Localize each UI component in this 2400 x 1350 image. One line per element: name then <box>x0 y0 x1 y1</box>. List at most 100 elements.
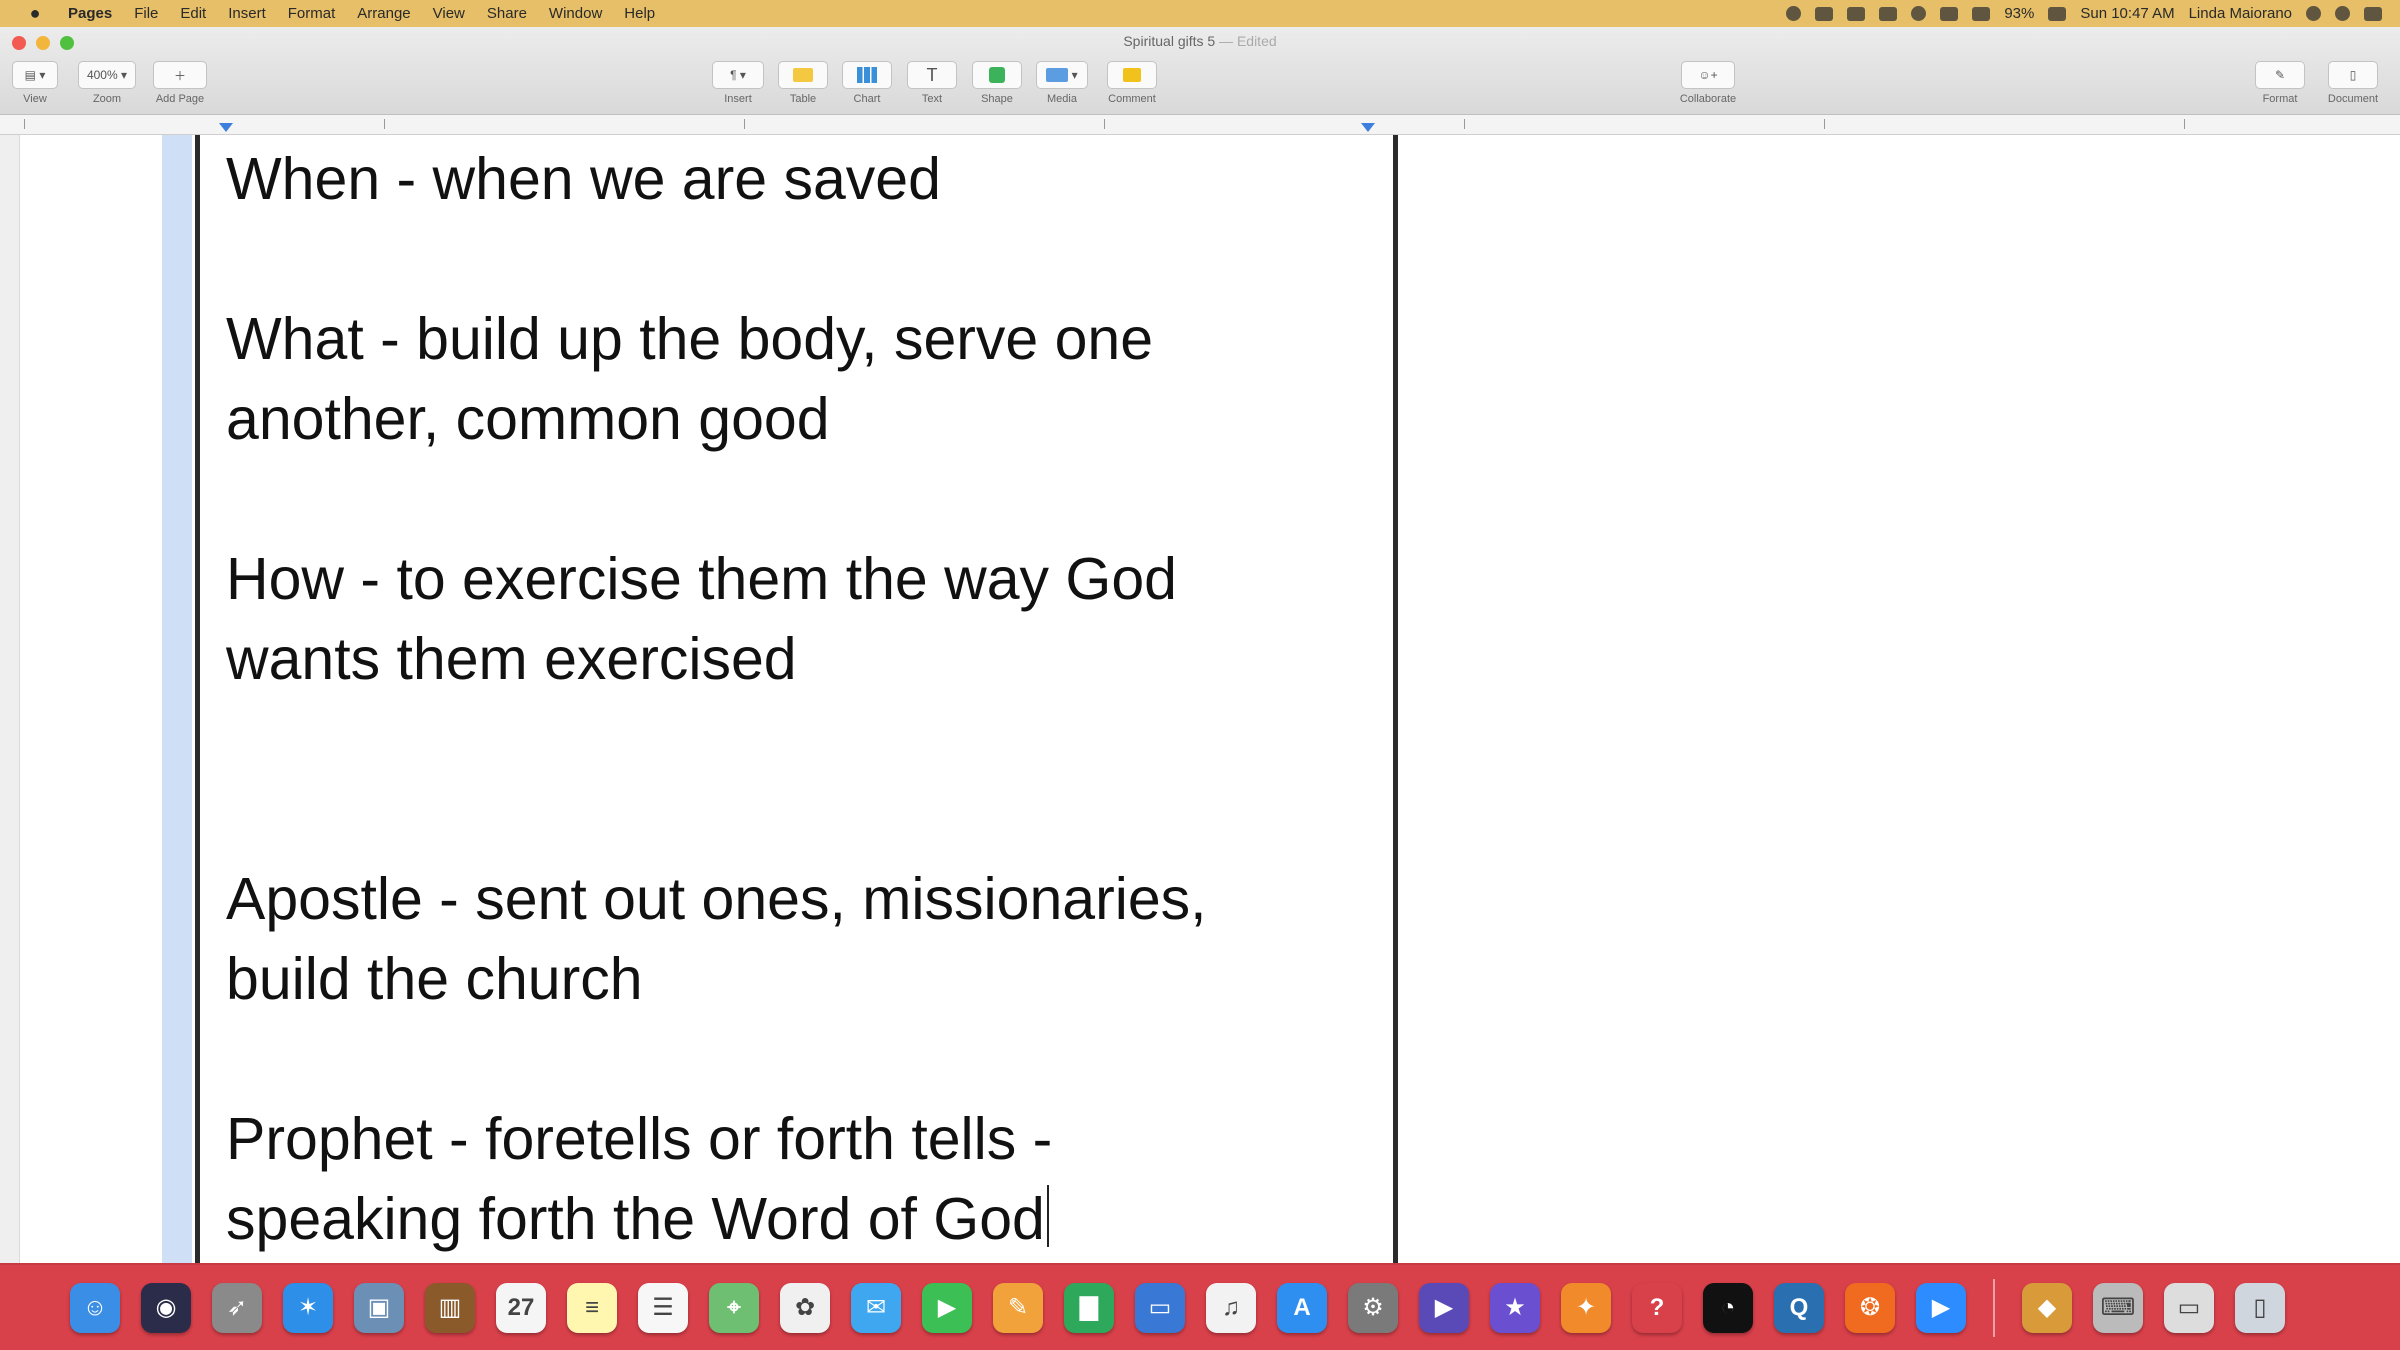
left-indent-marker[interactable] <box>219 123 233 132</box>
battery-percent: 93% <box>2004 5 2035 22</box>
collaborate-tool[interactable]: ☺+ Collaborate <box>1668 61 1748 105</box>
text-tool[interactable]: T Text <box>905 61 959 105</box>
imovie-icon[interactable]: ★ <box>1490 1282 1540 1333</box>
firefox-icon[interactable]: ❂ <box>1845 1282 1895 1333</box>
format-button[interactable]: ✎ <box>2255 61 2305 89</box>
facetime-icon[interactable]: ▶ <box>922 1282 972 1333</box>
ruler-tick <box>384 119 385 129</box>
menu-app-name[interactable]: Pages <box>68 5 112 22</box>
chart-label: Chart <box>853 93 881 105</box>
calendar-icon[interactable]: 27 <box>496 1282 546 1333</box>
comment-icon <box>1123 68 1141 82</box>
speedometer-icon[interactable]: ◔ <box>1703 1282 1753 1333</box>
trash-icon[interactable]: ▯ <box>2235 1282 2285 1333</box>
add-page-tool[interactable]: ＋ Add Page <box>150 61 210 105</box>
keynote-icon[interactable]: ▭ <box>1135 1282 1185 1333</box>
photos-icon[interactable]: ✿ <box>780 1282 830 1333</box>
siri-icon[interactable]: ◉ <box>141 1282 191 1333</box>
zoom-select[interactable]: 400% ▾ <box>78 61 136 89</box>
menu-file[interactable]: File <box>134 5 158 22</box>
insert-button[interactable]: ¶ ▾ <box>712 61 764 89</box>
paintbrush-icon: ✎ <box>2274 68 2286 82</box>
preview-icon[interactable]: ▣ <box>354 1282 404 1333</box>
body-line-prophet: Prophet - foretells or forth tells - <box>226 1106 1053 1172</box>
chart-tool[interactable]: Chart <box>840 61 894 105</box>
text-button[interactable]: T <box>907 61 957 89</box>
wifi-icon[interactable] <box>1972 6 1991 21</box>
table-button[interactable] <box>778 61 828 89</box>
table-tool[interactable]: Table <box>776 61 830 105</box>
app-store-icon[interactable]: A <box>1277 1282 1327 1333</box>
table-icon <box>793 68 813 82</box>
comment-button[interactable] <box>1107 61 1157 89</box>
document-title-text: Spiritual gifts 5 <box>1123 33 1216 49</box>
insert-tool[interactable]: ¶ ▾ Insert <box>710 61 766 105</box>
media-tool[interactable]: ▾ Media <box>1034 61 1090 105</box>
add-page-button[interactable]: ＋ <box>153 61 207 89</box>
menu-arrange[interactable]: Arrange <box>357 5 410 22</box>
player-icon[interactable]: ▶ <box>1419 1282 1469 1333</box>
maps-icon[interactable]: ⌖ <box>709 1282 759 1333</box>
messages-icon[interactable]: ✉ <box>851 1282 901 1333</box>
comment-tool[interactable]: Comment <box>1100 61 1164 105</box>
menu-window[interactable]: Window <box>549 5 602 22</box>
menubar-user[interactable]: Linda Maiorano <box>2189 5 2292 22</box>
screen-icon[interactable] <box>1815 6 1834 21</box>
notebook-icon[interactable]: ▥ <box>425 1282 475 1333</box>
body-line-prophet-cont: speaking forth the Word of God <box>226 1179 1376 1259</box>
menu-format[interactable]: Format <box>288 5 336 22</box>
ruler[interactable] <box>0 115 2400 135</box>
apple-menu-icon[interactable]: ● <box>24 3 46 24</box>
time-machine-icon[interactable] <box>1911 6 1927 21</box>
right-indent-marker[interactable] <box>1361 123 1375 132</box>
document-body-text[interactable]: When - when we are saved What - build up… <box>226 139 1376 1259</box>
plus-icon: ＋ <box>173 68 186 83</box>
menu-share[interactable]: Share <box>487 5 527 22</box>
keyboard-icon[interactable]: ⌨ <box>2093 1282 2143 1333</box>
view-tool[interactable]: ▤ ▾ View <box>10 61 60 105</box>
menu-edit[interactable]: Edit <box>180 5 206 22</box>
media-button[interactable]: ▾ <box>1036 61 1088 89</box>
screenshot-icon[interactable]: ▭ <box>2164 1282 2214 1333</box>
menu-view[interactable]: View <box>433 5 465 22</box>
stack-icon[interactable]: ◆ <box>2022 1282 2072 1333</box>
document-button[interactable]: ▯ <box>2328 61 2378 89</box>
zoom-icon[interactable]: ▶ <box>1916 1282 1966 1333</box>
chart-button[interactable] <box>842 61 892 89</box>
menubar-clock[interactable]: Sun 10:47 AM <box>2080 5 2174 22</box>
mail-icon[interactable] <box>1847 6 1866 21</box>
body-line-what: What - build up the body, serve one <box>226 306 1154 372</box>
battery-icon[interactable] <box>2048 6 2067 21</box>
itunes-icon[interactable]: ♫ <box>1206 1282 1256 1333</box>
menu-insert[interactable]: Insert <box>228 5 266 22</box>
notes-icon[interactable]: ≡ <box>567 1282 617 1333</box>
quicktime-icon[interactable]: Q <box>1774 1282 1824 1333</box>
launchpad-icon[interactable]: ➶ <box>212 1282 262 1333</box>
reminders-icon[interactable]: ☰ <box>638 1282 688 1333</box>
document-tool[interactable]: ▯ Document <box>2320 61 2386 105</box>
body-line-when: When - when we are saved <box>226 146 941 212</box>
numbers-icon[interactable]: ▇ <box>1064 1282 1114 1333</box>
zoom-value: 400% <box>86 68 118 82</box>
menu-help[interactable]: Help <box>624 5 655 22</box>
safari-icon[interactable]: ✶ <box>283 1282 333 1333</box>
help-icon[interactable]: ? <box>1632 1282 1682 1333</box>
shape-button[interactable] <box>972 61 1022 89</box>
airplay-icon[interactable] <box>1879 6 1898 21</box>
shape-tool[interactable]: Shape <box>970 61 1024 105</box>
finder-icon[interactable]: ☺ <box>70 1282 120 1333</box>
collaborate-button[interactable]: ☺+ <box>1681 61 1735 89</box>
ibooks-icon[interactable]: ✦ <box>1561 1282 1611 1333</box>
record-icon[interactable] <box>1786 6 1802 21</box>
bluetooth-icon[interactable] <box>1940 6 1959 21</box>
siri-menubar-icon[interactable] <box>2335 6 2350 21</box>
document-canvas[interactable]: When - when we are saved What - build up… <box>0 135 2400 1263</box>
zoom-tool[interactable]: 400% ▾ Zoom <box>76 61 138 105</box>
spotlight-icon[interactable] <box>2306 6 2321 21</box>
view-button[interactable]: ▤ ▾ <box>12 61 58 89</box>
pages-icon[interactable]: ✎ <box>993 1282 1043 1333</box>
body-line-prophet-cont-text: speaking forth the Word of God <box>226 1186 1045 1252</box>
notification-center-icon[interactable] <box>2364 6 2382 21</box>
system-preferences-icon[interactable]: ⚙ <box>1348 1282 1398 1333</box>
format-tool[interactable]: ✎ Format <box>2252 61 2308 105</box>
